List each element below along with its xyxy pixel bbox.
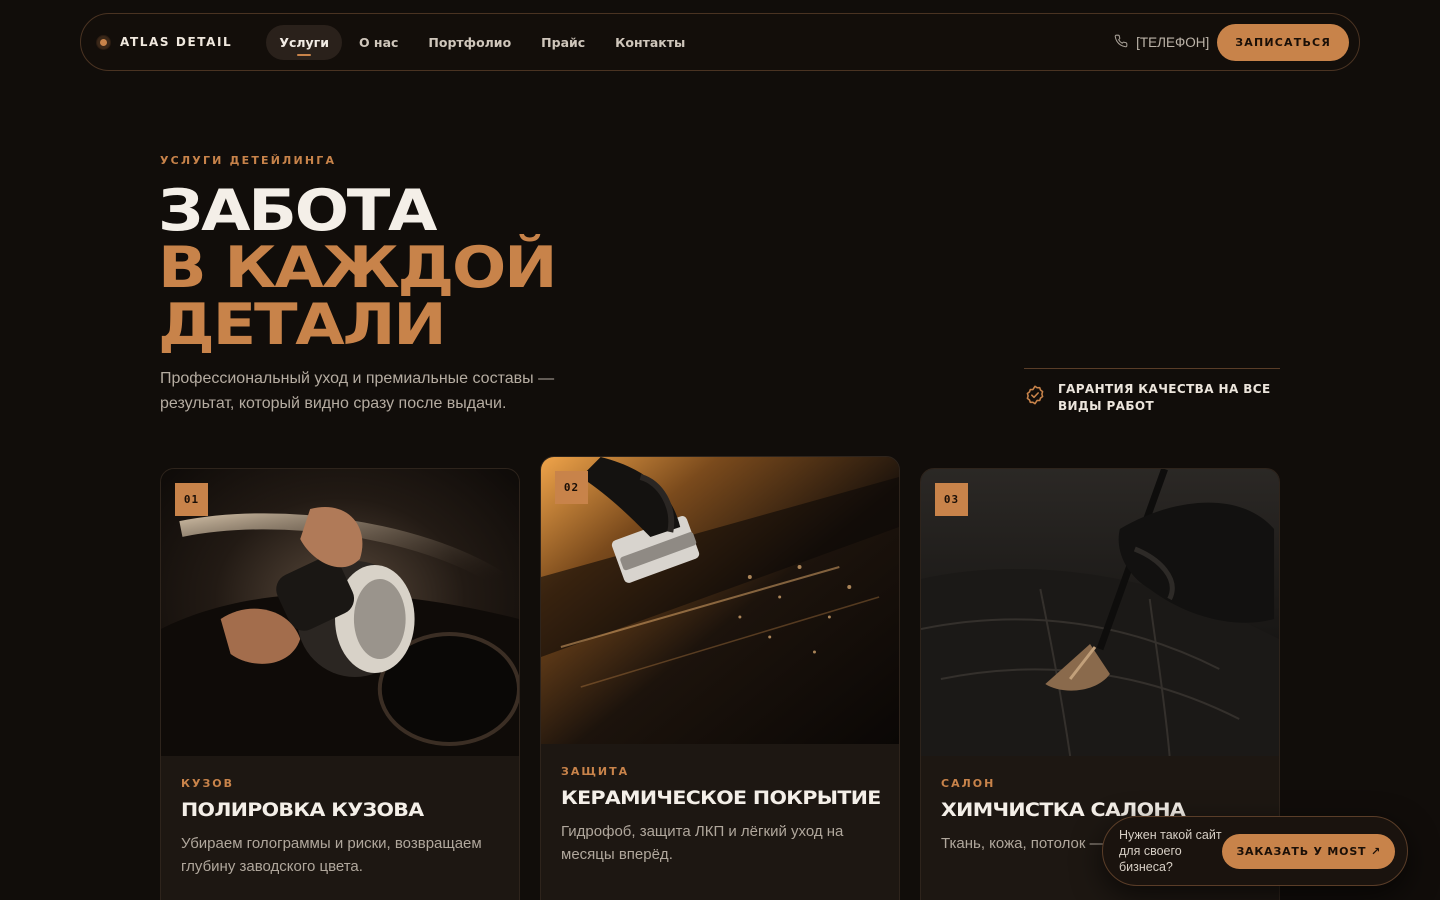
guarantee-text: ГАРАНТИЯ КАЧЕСТВА НА ВСЕ ВИДЫ РАБОТ bbox=[1058, 382, 1271, 413]
card-body: КУЗОВ ПОЛИРОВКА КУЗОВА Убираем голограмм… bbox=[181, 777, 499, 878]
book-button[interactable]: ЗАПИСАТЬСЯ bbox=[1217, 23, 1349, 61]
hero-title-line2: В КАЖДОЙ bbox=[158, 235, 558, 301]
main-nav: Услуги О нас Портфолио Прайс Контакты bbox=[266, 24, 698, 60]
hero-subtitle: Профессиональный уход и премиальные сост… bbox=[160, 370, 555, 412]
phone-number: [ТЕЛЕФОН] bbox=[1136, 34, 1210, 50]
interior-photo bbox=[921, 469, 1279, 756]
hero-title-line3: ДЕТАЛИ bbox=[158, 292, 447, 358]
card-number-badge: 03 bbox=[935, 483, 968, 516]
card-description: Убираем голограммы и риски, возвращаем г… bbox=[181, 835, 482, 875]
card-category: КУЗОВ bbox=[181, 777, 235, 790]
hero-title: ЗАБОТА В КАЖДОЙ ДЕТАЛИ bbox=[158, 178, 558, 358]
phone-icon bbox=[1114, 34, 1128, 51]
card-category: САЛОН bbox=[941, 777, 996, 790]
hero-eyebrow: УСЛУГИ ДЕТЕЙЛИНГА bbox=[160, 154, 337, 167]
ceramic-photo bbox=[541, 457, 899, 744]
nav-link-portfolio[interactable]: Портфолио bbox=[415, 25, 524, 60]
card-title: ПОЛИРОВКА КУЗОВА bbox=[181, 799, 424, 821]
nav-link-contacts[interactable]: Контакты bbox=[602, 25, 698, 60]
nav-link-about[interactable]: О нас bbox=[346, 25, 411, 60]
card-title: КЕРАМИЧЕСКОЕ ПОКРЫТИЕ bbox=[561, 787, 881, 809]
brand-logo[interactable]: ATLAS DETAIL bbox=[97, 35, 232, 49]
promo-widget: Нужен такой сайт для своего бизнеса? ЗАК… bbox=[1102, 816, 1408, 886]
check-badge-icon bbox=[1024, 381, 1046, 411]
card-body: ЗАЩИТА КЕРАМИЧЕСКОЕ ПОКРЫТИЕ Гидрофоб, з… bbox=[561, 765, 881, 866]
card-number-badge: 01 bbox=[175, 483, 208, 516]
nav-right: [ТЕЛЕФОН] ЗАПИСАТЬСЯ bbox=[1114, 23, 1349, 61]
card-category: ЗАЩИТА bbox=[561, 765, 630, 778]
brand-dot-icon bbox=[97, 35, 110, 49]
service-card-ceramic[interactable]: 02 ЗАЩИТА КЕРАМИЧЕСКОЕ ПОКРЫТИЕ Гидрофоб… bbox=[540, 456, 900, 900]
nav-link-prices[interactable]: Прайс bbox=[528, 25, 598, 60]
order-site-button[interactable]: ЗАКАЗАТЬ У MOST ↗ bbox=[1222, 833, 1395, 869]
card-description: Гидрофоб, защита ЛКП и лёгкий уход на ме… bbox=[561, 823, 844, 863]
nav-link-services[interactable]: Услуги bbox=[266, 24, 342, 60]
hero-title-line1: ЗАБОТА bbox=[158, 178, 437, 244]
polishing-photo bbox=[161, 469, 519, 756]
guarantee-note: ГАРАНТИЯ КАЧЕСТВА НА ВСЕ ВИДЫ РАБОТ bbox=[1024, 368, 1280, 415]
top-navbar: ATLAS DETAIL Услуги О нас Портфолио Прай… bbox=[80, 13, 1360, 71]
phone-link[interactable]: [ТЕЛЕФОН] bbox=[1114, 34, 1209, 51]
promo-text: Нужен такой сайт для своего бизнеса? bbox=[1119, 828, 1222, 874]
brand-name: ATLAS DETAIL bbox=[120, 35, 233, 49]
card-number-badge: 02 bbox=[555, 471, 588, 504]
service-card-polishing[interactable]: 01 КУЗОВ ПОЛИРОВКА КУЗОВА Убираем гологр… bbox=[160, 468, 520, 900]
